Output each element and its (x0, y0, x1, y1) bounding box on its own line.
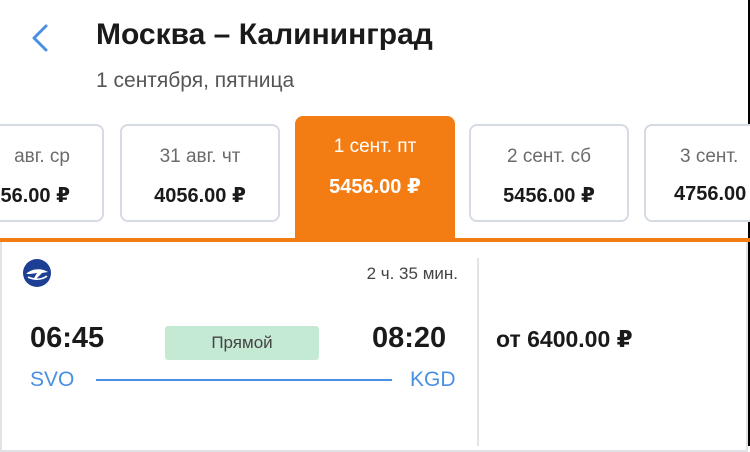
date-card-sep-2[interactable]: 2 сент. сб 5456.00 ₽ (469, 124, 629, 222)
page-title: Москва – Калининград (96, 18, 433, 51)
departure-airport-code: SVO (30, 368, 75, 391)
airline-logo-icon (23, 259, 51, 287)
departure-time: 06:45 (30, 322, 105, 354)
date-label: 1 сент. пт (333, 136, 417, 157)
date-label: 3 сент. (680, 146, 739, 167)
date-label: 31 авг. чт (159, 146, 241, 167)
date-selector: авг. ср 56.00 ₽ 31 авг. чт 4056.00 ₽ 1 с… (0, 116, 750, 246)
chevron-left-icon (32, 24, 48, 52)
date-card-sep-3[interactable]: 3 сент. 4756.00 (644, 124, 750, 222)
back-button[interactable] (26, 22, 54, 54)
date-price: 5456.00 ₽ (329, 176, 421, 198)
date-card-aug-31[interactable]: 31 авг. чт 4056.00 ₽ (120, 124, 280, 222)
date-price: 5456.00 ₽ (503, 185, 595, 207)
page-subtitle: 1 сентября, пятница (96, 69, 295, 92)
route-line (96, 379, 392, 381)
arrival-airport-code: KGD (410, 368, 456, 391)
date-card-sep-1-selected[interactable]: 1 сент. пт 5456.00 ₽ (295, 116, 455, 246)
date-price: 4056.00 ₽ (154, 185, 246, 207)
date-price: 56.00 ₽ (0, 185, 70, 207)
date-label: 2 сент. сб (507, 146, 591, 167)
date-label: авг. ср (14, 146, 70, 167)
date-card-aug-30[interactable]: авг. ср 56.00 ₽ (0, 124, 104, 222)
arrival-time: 08:20 (372, 322, 447, 354)
flight-card-divider (477, 258, 479, 446)
direct-flight-badge: Прямой (165, 326, 319, 360)
flight-price[interactable]: от 6400.00 ₽ (496, 326, 633, 353)
flight-duration: 2 ч. 35 мин. (366, 264, 458, 283)
date-price: 4756.00 (674, 183, 747, 205)
